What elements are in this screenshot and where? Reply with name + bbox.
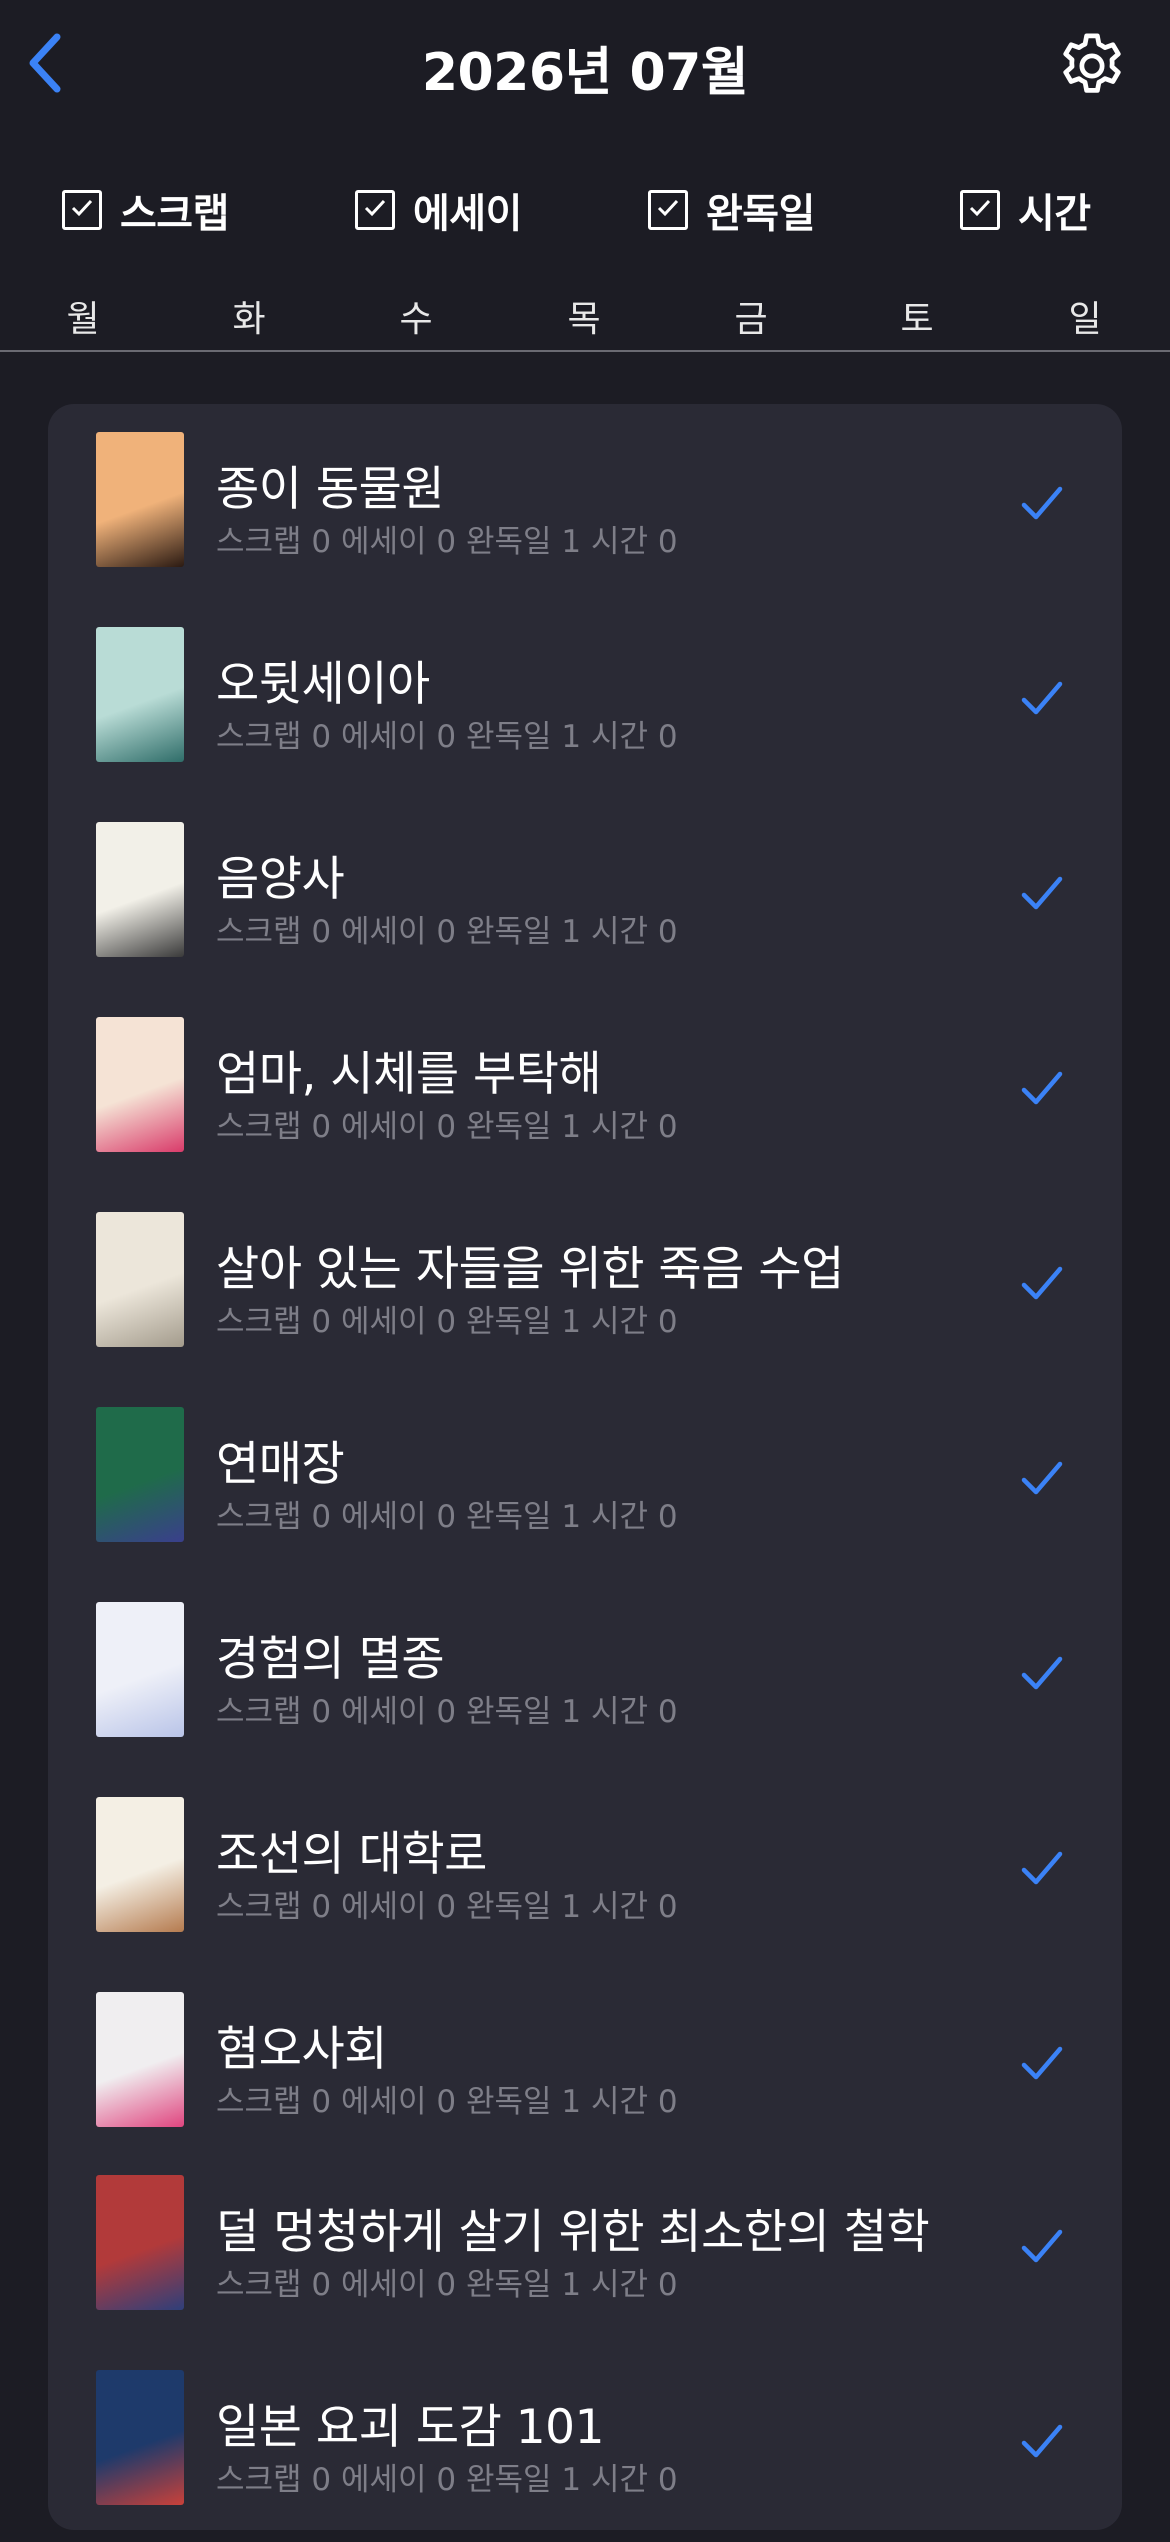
book-cover-image <box>96 1797 184 1932</box>
book-cover-image <box>96 822 184 957</box>
filter-scrap[interactable]: 스크랩 <box>62 175 229 245</box>
checkmark-icon <box>362 195 388 225</box>
book-row[interactable]: 혐오사회스크랩 0 에세이 0 완독일 1 시간 0 <box>48 1964 1122 2159</box>
book-stats: 스크랩 0 에세이 0 완독일 1 시간 0 <box>216 2084 678 2120</box>
book-title: 조선의 대학로 <box>216 1827 487 1882</box>
book-stats: 스크랩 0 에세이 0 완독일 1 시간 0 <box>216 2267 678 2303</box>
checkmark-icon <box>1018 479 1066 527</box>
top-bar: 2026년 07월 <box>0 0 1170 130</box>
book-title: 일본 요괴 도감 101 <box>216 2400 604 2455</box>
book-cover-image <box>96 627 184 762</box>
weekday-sat: 토 <box>900 299 934 340</box>
filter-label: 스크랩 <box>120 191 229 237</box>
weekday-sun: 일 <box>1068 299 1102 340</box>
book-cover-image <box>96 1992 184 2127</box>
filter-label: 시간 <box>1018 191 1091 237</box>
filter-label: 에세이 <box>413 191 522 237</box>
book-row[interactable]: 오뒷세이아스크랩 0 에세이 0 완독일 1 시간 0 <box>48 599 1122 794</box>
book-cover-image <box>96 2370 184 2505</box>
checkbox[interactable] <box>355 190 395 230</box>
book-title: 종이 동물원 <box>216 462 445 517</box>
book-stats: 스크랩 0 에세이 0 완독일 1 시간 0 <box>216 1304 678 1340</box>
book-title: 살아 있는 자들을 위한 죽음 수업 <box>216 1242 844 1297</box>
book-row[interactable]: 살아 있는 자들을 위한 죽음 수업스크랩 0 에세이 0 완독일 1 시간 0 <box>48 1184 1122 1379</box>
book-title: 연매장 <box>216 1437 345 1492</box>
divider <box>0 350 1170 352</box>
weekday-wed: 수 <box>399 299 433 340</box>
book-stats: 스크랩 0 에세이 0 완독일 1 시간 0 <box>216 914 678 950</box>
book-stats: 스크랩 0 에세이 0 완독일 1 시간 0 <box>216 719 678 755</box>
filter-completed-date[interactable]: 완독일 <box>648 175 815 245</box>
filter-label: 완독일 <box>706 191 815 237</box>
book-row[interactable]: 종이 동물원스크랩 0 에세이 0 완독일 1 시간 0 <box>48 404 1122 599</box>
weekday-header: 월 화 수 목 금 토 일 <box>0 290 1170 350</box>
checkmark-icon <box>967 195 993 225</box>
weekday-fri: 금 <box>734 299 768 340</box>
filter-time[interactable]: 시간 <box>960 175 1091 245</box>
checkmark-icon <box>1018 869 1066 917</box>
checkmark-icon <box>69 195 95 225</box>
checkbox[interactable] <box>62 190 102 230</box>
book-row[interactable]: 덜 멍청하게 살기 위한 최소한의 철학스크랩 0 에세이 0 완독일 1 시간… <box>48 2147 1122 2342</box>
book-row[interactable]: 경험의 멸종스크랩 0 에세이 0 완독일 1 시간 0 <box>48 1574 1122 1769</box>
book-cover-image <box>96 1212 184 1347</box>
checkmark-icon <box>1018 1454 1066 1502</box>
page-title: 2026년 07월 <box>421 43 749 103</box>
weekday-thu: 목 <box>567 299 601 340</box>
book-cover-image <box>96 1602 184 1737</box>
book-stats: 스크랩 0 에세이 0 완독일 1 시간 0 <box>216 1499 678 1535</box>
checkbox[interactable] <box>648 190 688 230</box>
book-title: 덜 멍청하게 살기 위한 최소한의 철학 <box>216 2205 930 2260</box>
book-stats: 스크랩 0 에세이 0 완독일 1 시간 0 <box>216 524 678 560</box>
checkmark-icon <box>1018 1064 1066 1112</box>
checkmark-icon <box>1018 1649 1066 1697</box>
book-row[interactable]: 연매장스크랩 0 에세이 0 완독일 1 시간 0 <box>48 1379 1122 1574</box>
checkmark-icon <box>1018 674 1066 722</box>
book-cover-image <box>96 1407 184 1542</box>
checkmark-icon <box>1018 1259 1066 1307</box>
book-stats: 스크랩 0 에세이 0 완독일 1 시간 0 <box>216 2462 678 2498</box>
checkmark-icon <box>1018 2417 1066 2465</box>
weekday-tue: 화 <box>232 299 266 340</box>
book-title: 엄마, 시체를 부탁해 <box>216 1047 602 1102</box>
book-stats: 스크랩 0 에세이 0 완독일 1 시간 0 <box>216 1889 678 1925</box>
book-title: 오뒷세이아 <box>216 657 430 712</box>
book-cover-image <box>96 2175 184 2310</box>
filter-essay[interactable]: 에세이 <box>355 175 522 245</box>
book-stats: 스크랩 0 에세이 0 완독일 1 시간 0 <box>216 1694 678 1730</box>
book-stats: 스크랩 0 에세이 0 완독일 1 시간 0 <box>216 1109 678 1145</box>
book-row[interactable]: 엄마, 시체를 부탁해스크랩 0 에세이 0 완독일 1 시간 0 <box>48 989 1122 1184</box>
book-row[interactable]: 조선의 대학로스크랩 0 에세이 0 완독일 1 시간 0 <box>48 1769 1122 1964</box>
gear-icon <box>1054 33 1130 108</box>
book-row[interactable]: 음양사스크랩 0 에세이 0 완독일 1 시간 0 <box>48 794 1122 989</box>
checkbox[interactable] <box>960 190 1000 230</box>
checkmark-icon <box>1018 1844 1066 1892</box>
book-row[interactable]: 일본 요괴 도감 101 스크랩 0 에세이 0 완독일 1 시간 0 <box>48 2342 1122 2537</box>
book-title: 혐오사회 <box>216 2022 387 2077</box>
settings-button[interactable] <box>1054 28 1130 104</box>
checkmark-icon <box>655 195 681 225</box>
book-cover-image <box>96 432 184 567</box>
book-title: 음양사 <box>216 852 345 907</box>
checkmark-icon <box>1018 2222 1066 2270</box>
book-cover-image <box>96 1017 184 1152</box>
checkmark-icon <box>1018 2039 1066 2087</box>
weekday-mon: 월 <box>66 299 100 340</box>
filter-row: 스크랩 에세이 완독일 시간 <box>0 175 1170 245</box>
book-title: 경험의 멸종 <box>216 1632 445 1687</box>
